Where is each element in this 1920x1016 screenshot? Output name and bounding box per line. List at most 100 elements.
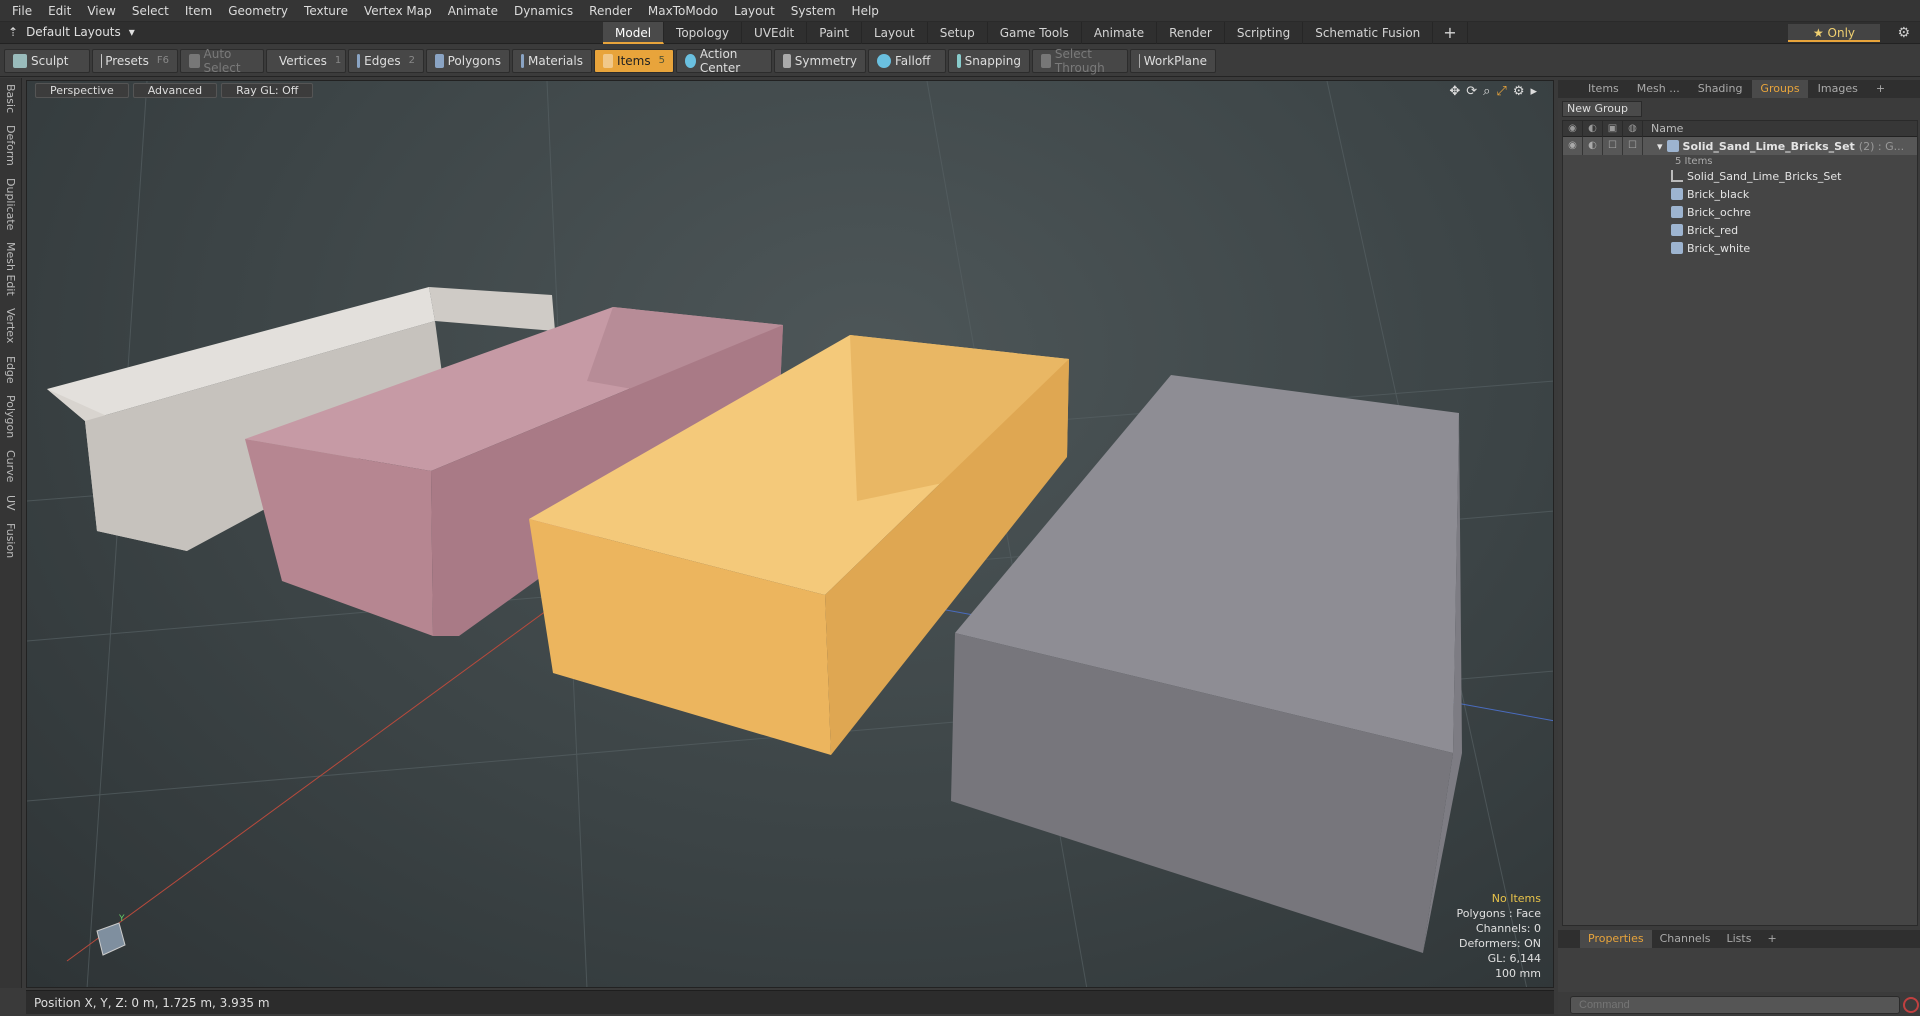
menu-file[interactable]: File bbox=[4, 4, 40, 18]
symmetry-button[interactable]: Symmetry bbox=[774, 48, 866, 73]
tab-lists[interactable]: Lists bbox=[1719, 930, 1760, 948]
view-mode-dropdown[interactable]: Perspective bbox=[35, 83, 129, 98]
menu-texture[interactable]: Texture bbox=[296, 4, 356, 18]
fit-icon[interactable]: ⤢ bbox=[1496, 84, 1506, 99]
gear-icon[interactable]: ⚙ bbox=[1897, 25, 1910, 41]
tab-mesh[interactable]: Mesh ... bbox=[1629, 80, 1688, 98]
tab-animate[interactable]: Animate bbox=[1082, 22, 1158, 44]
tab-scripting[interactable]: Scripting bbox=[1225, 22, 1304, 44]
action-center-button[interactable]: Action Center bbox=[676, 47, 772, 75]
properties-area bbox=[1558, 948, 1920, 992]
side-tab-polygon[interactable]: Polygon bbox=[4, 389, 17, 444]
materials-button[interactable]: Materials bbox=[512, 48, 592, 73]
side-tab-vertex[interactable]: Vertex bbox=[4, 302, 17, 349]
tab-images[interactable]: Images bbox=[1810, 80, 1866, 98]
layout-selector[interactable]: ⇡ Default Layouts ▾ bbox=[8, 25, 135, 39]
symmetry-label: Symmetry bbox=[794, 53, 857, 68]
tab-paint[interactable]: Paint bbox=[807, 22, 862, 44]
tab-model[interactable]: Model bbox=[603, 22, 665, 44]
tab-layout[interactable]: Layout bbox=[862, 22, 928, 44]
auto-select-button[interactable]: Auto Select bbox=[180, 47, 264, 75]
add-panel-tab-icon[interactable]: + bbox=[1868, 80, 1893, 98]
side-tab-mesh-edit[interactable]: Mesh Edit bbox=[4, 236, 17, 302]
tab-shading[interactable]: Shading bbox=[1690, 80, 1751, 98]
menu-maxtomodo[interactable]: MaxToModo bbox=[640, 4, 726, 18]
menu-geometry[interactable]: Geometry bbox=[220, 4, 296, 18]
record-icon[interactable] bbox=[1903, 997, 1919, 1013]
presets-button[interactable]: Presets F6 bbox=[92, 48, 178, 73]
falloff-button[interactable]: Falloff bbox=[868, 48, 946, 73]
3d-viewport[interactable]: Y Perspective Advanced Ray GL: Off ✥ ⟳ ⌕… bbox=[26, 80, 1554, 988]
side-tab-uv[interactable]: UV bbox=[4, 489, 17, 517]
menu-system[interactable]: System bbox=[783, 4, 844, 18]
tab-render[interactable]: Render bbox=[1157, 22, 1225, 44]
tab-channels[interactable]: Channels bbox=[1652, 930, 1719, 948]
add-bottom-tab-icon[interactable]: + bbox=[1759, 930, 1784, 948]
scene-canvas[interactable]: Y bbox=[27, 81, 1554, 988]
menu-item[interactable]: Item bbox=[177, 4, 220, 18]
sculpt-label: Sculpt bbox=[31, 53, 69, 68]
menu-dynamics[interactable]: Dynamics bbox=[506, 4, 581, 18]
tab-game-tools[interactable]: Game Tools bbox=[988, 22, 1082, 44]
side-tab-fusion[interactable]: Fusion bbox=[4, 517, 17, 564]
menu-help[interactable]: Help bbox=[844, 4, 887, 18]
menu-render[interactable]: Render bbox=[581, 4, 640, 18]
rotate-icon[interactable]: ⟳ bbox=[1466, 84, 1477, 99]
side-tab-duplicate[interactable]: Duplicate bbox=[4, 172, 17, 236]
viewport-gear-icon[interactable]: ⚙ bbox=[1513, 84, 1525, 99]
side-tab-edge[interactable]: Edge bbox=[4, 350, 17, 390]
list-item[interactable]: Solid_Sand_Lime_Bricks_Set bbox=[1563, 167, 1917, 185]
list-item[interactable]: Brick_ochre bbox=[1563, 203, 1917, 221]
brush-icon bbox=[13, 53, 27, 68]
edges-icon bbox=[357, 53, 361, 68]
select-through-icon bbox=[1041, 53, 1051, 68]
side-tab-deform[interactable]: Deform bbox=[4, 119, 17, 172]
select-through-button[interactable]: Select Through bbox=[1032, 46, 1128, 75]
list-item[interactable]: Brick_white bbox=[1563, 239, 1917, 257]
menu-edit[interactable]: Edit bbox=[40, 4, 79, 18]
edges-button[interactable]: Edges 2 bbox=[348, 48, 424, 73]
pan-icon[interactable]: ✥ bbox=[1449, 84, 1460, 99]
tab-setup[interactable]: Setup bbox=[928, 22, 988, 44]
presets-key: F6 bbox=[156, 55, 169, 66]
new-group-button[interactable]: New Group bbox=[1562, 101, 1642, 117]
snapping-button[interactable]: Snapping bbox=[948, 48, 1030, 73]
shading-mode-dropdown[interactable]: Advanced bbox=[132, 83, 218, 98]
tab-groups[interactable]: Groups bbox=[1752, 80, 1808, 98]
tab-properties[interactable]: Properties bbox=[1580, 930, 1652, 948]
only-button[interactable]: ★ Only bbox=[1788, 24, 1880, 42]
menu-view[interactable]: View bbox=[79, 4, 123, 18]
toolbar: Sculpt Presets F6 Auto Select Vertices 1 E… bbox=[0, 45, 1920, 77]
side-tab-basic[interactable]: Basic bbox=[4, 78, 17, 119]
right-panel: Items Mesh ... Shading Groups Images + N… bbox=[1558, 80, 1920, 1016]
position-readout: Position X, Y, Z: 0 m, 1.725 m, 3.935 m bbox=[34, 996, 270, 1010]
tab-schematic-fusion[interactable]: Schematic Fusion bbox=[1303, 22, 1434, 44]
item-name: Brick_white bbox=[1687, 241, 1751, 255]
list-item[interactable]: Brick_red bbox=[1563, 221, 1917, 239]
menu-select[interactable]: Select bbox=[124, 4, 177, 18]
auto-select-icon bbox=[189, 53, 200, 68]
expand-icon[interactable]: ▾ bbox=[1657, 140, 1663, 153]
tab-topology[interactable]: Topology bbox=[664, 22, 743, 44]
side-tab-curve[interactable]: Curve bbox=[4, 444, 17, 488]
render-col-icon: ◐ bbox=[1583, 121, 1603, 137]
polygons-button[interactable]: Polygons bbox=[426, 48, 510, 73]
select-through-label: Select Through bbox=[1054, 46, 1105, 75]
workplane-button[interactable]: WorkPlane bbox=[1130, 48, 1216, 73]
tab-uvedit[interactable]: UVEdit bbox=[742, 22, 808, 44]
list-item[interactable]: Brick_black bbox=[1563, 185, 1917, 203]
group-name: Solid_Sand_Lime_Bricks_Set bbox=[1682, 139, 1855, 153]
viewport-menu-icon[interactable]: ▸ bbox=[1530, 84, 1537, 99]
menu-vertex-map[interactable]: Vertex Map bbox=[356, 4, 440, 18]
zoom-icon[interactable]: ⌕ bbox=[1483, 84, 1490, 99]
command-input[interactable] bbox=[1570, 996, 1900, 1014]
menu-animate[interactable]: Animate bbox=[440, 4, 506, 18]
sculpt-button[interactable]: Sculpt bbox=[4, 48, 90, 73]
add-tab-icon[interactable]: + bbox=[1433, 22, 1468, 44]
only-label: Only bbox=[1827, 26, 1856, 40]
raygl-toggle[interactable]: Ray GL: Off bbox=[221, 83, 314, 98]
items-button[interactable]: Items 5 bbox=[594, 48, 674, 73]
menu-layout[interactable]: Layout bbox=[726, 4, 783, 18]
tab-items[interactable]: Items bbox=[1580, 80, 1627, 98]
vertices-button[interactable]: Vertices 1 bbox=[266, 48, 346, 73]
